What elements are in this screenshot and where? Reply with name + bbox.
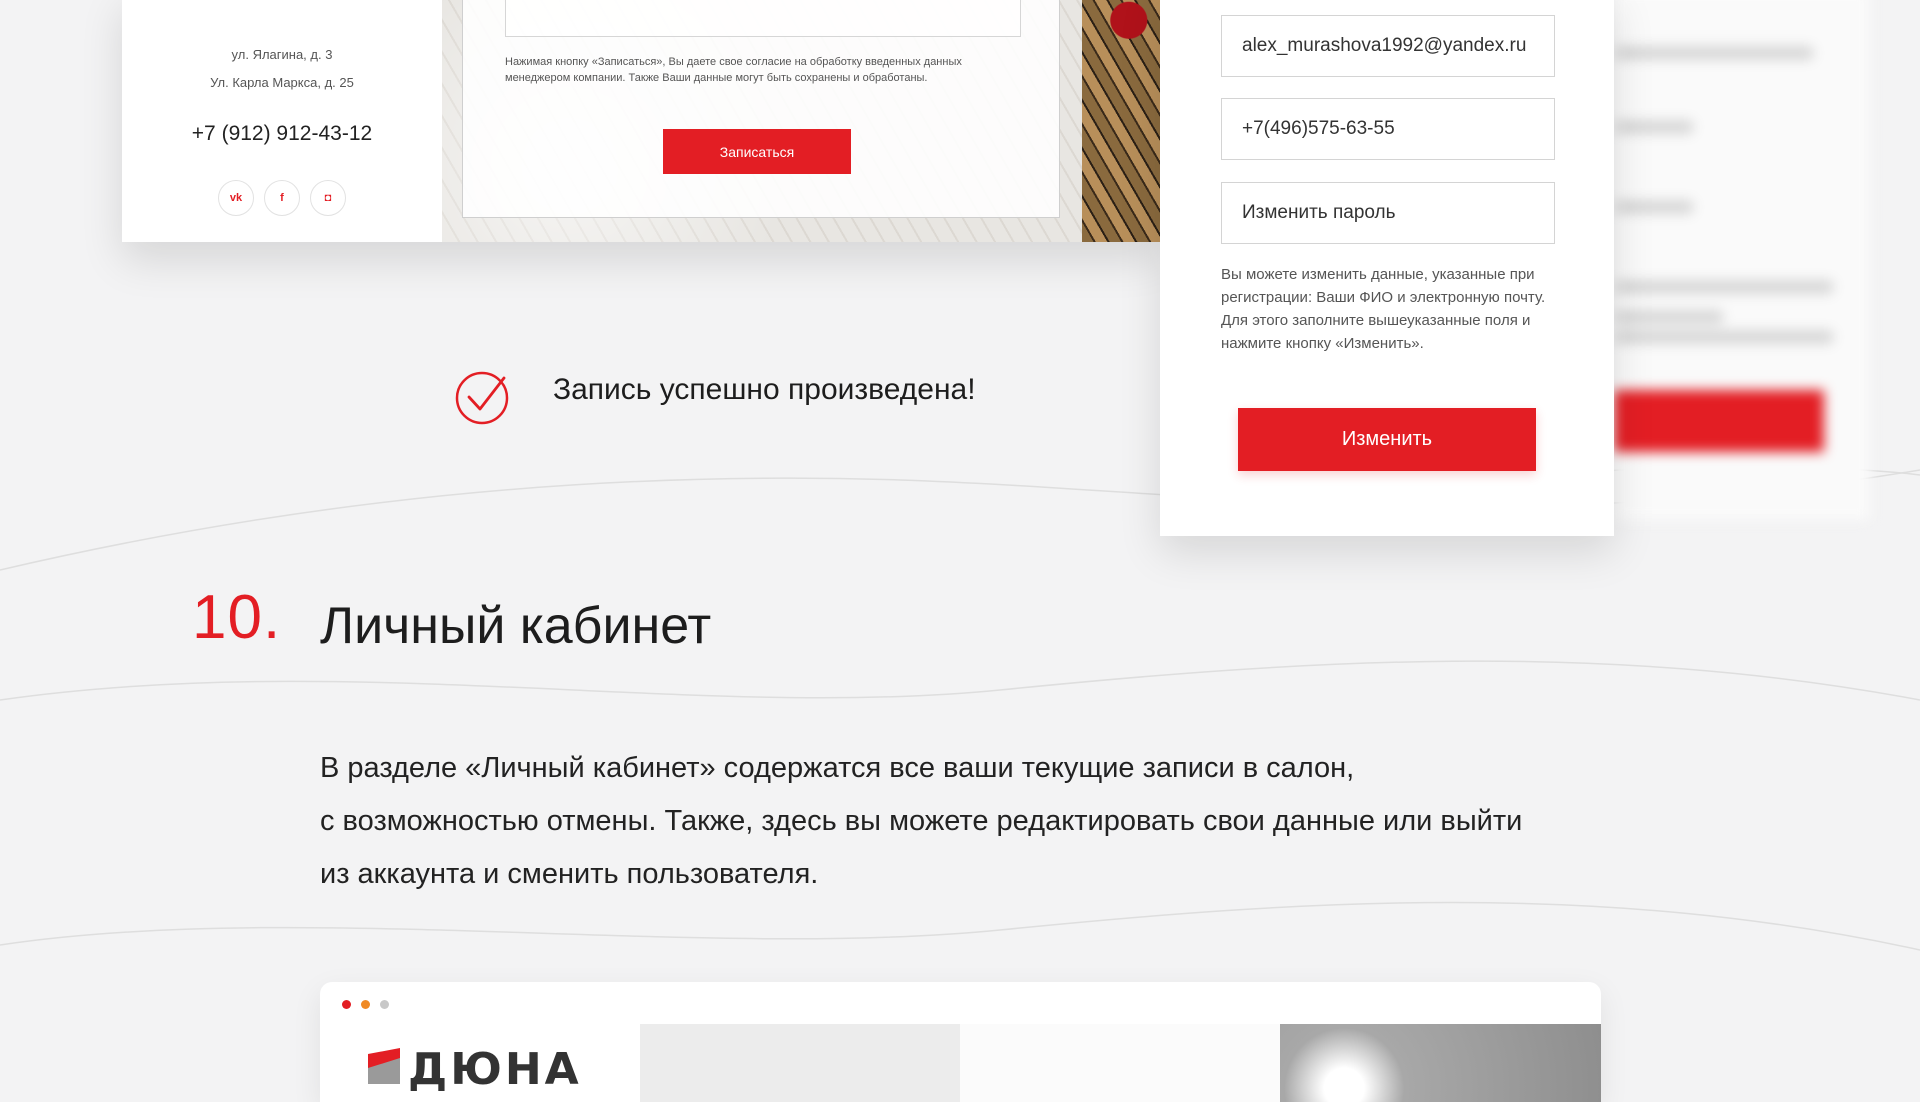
booking-card: ул. Ялагина, д. 3 Ул. Карла Маркса, д. 2…: [122, 0, 1160, 242]
logo-mark-icon: [368, 1048, 400, 1084]
close-dot: [342, 1000, 351, 1009]
browser-content: ДЮНА: [320, 1024, 1601, 1102]
password-field[interactable]: Изменить пароль: [1221, 182, 1555, 244]
maximize-dot: [380, 1000, 389, 1009]
logo-text: ДЮНА: [408, 1044, 582, 1095]
section-description: В разделе «Личный кабинет» содержатся вс…: [320, 742, 1620, 901]
blurred-line: [1614, 46, 1814, 60]
consent-text: Нажимая кнопку «Записаться», Вы даете св…: [505, 56, 962, 84]
instagram-icon[interactable]: ◘: [310, 180, 346, 216]
photo-column: [1280, 1024, 1601, 1102]
description-line: с возможностью отмены. Также, здесь вы м…: [320, 805, 1523, 837]
contacts-column: ул. Ялагина, д. 3 Ул. Карла Маркса, д. 2…: [122, 0, 442, 242]
blurred-line: [1614, 310, 1724, 324]
tile-photo-strip: [1082, 0, 1160, 242]
blurred-line: [1614, 330, 1834, 344]
vk-icon[interactable]: vk: [218, 180, 254, 216]
success-message: Запись успешно произведена!: [553, 373, 976, 406]
section-number: 10.: [192, 583, 282, 652]
description-line: В разделе «Личный кабинет» содержатся вс…: [320, 752, 1355, 784]
window-controls: [342, 1000, 389, 1009]
blurred-line: [1614, 200, 1694, 214]
section-title: Личный кабинет: [320, 597, 712, 655]
social-links: vk f ◘: [122, 180, 442, 216]
logo-column: ДЮНА: [320, 1024, 640, 1102]
booking-form: Нажимая кнопку «Записаться», Вы даете св…: [462, 0, 1060, 218]
blurred-line: [1614, 280, 1834, 294]
hexagon-tile-background: Нажимая кнопку «Записаться», Вы даете св…: [442, 0, 1082, 242]
facebook-icon[interactable]: f: [264, 180, 300, 216]
profile-edit-panel: alex_murashova1992@yandex.ru +7(496)575-…: [1160, 0, 1614, 536]
phone-field[interactable]: +7(496)575-63-55: [1221, 98, 1555, 160]
blurred-button: [1614, 390, 1824, 452]
phone-link[interactable]: +7 (912) 912-43-12: [122, 122, 442, 146]
address-1: ул. Ялагина, д. 3: [231, 47, 333, 62]
content-column: [960, 1024, 1280, 1102]
form-input[interactable]: [505, 0, 1021, 37]
description-line: из аккаунта и сменить пользователя.: [320, 858, 819, 890]
profile-hint: Вы можете изменить данные, указанные при…: [1221, 266, 1546, 352]
content-column: [640, 1024, 960, 1102]
browser-mockup: ДЮНА: [320, 982, 1601, 1102]
minimize-dot: [361, 1000, 370, 1009]
check-circle-icon: [455, 371, 509, 425]
change-button[interactable]: Изменить: [1238, 408, 1536, 471]
signup-button[interactable]: Записаться: [663, 129, 851, 174]
address-2: Ул. Карла Маркса, д. 25: [210, 75, 354, 90]
blurred-panel: [1614, 0, 1870, 520]
blurred-line: [1614, 120, 1694, 134]
email-field[interactable]: alex_murashova1992@yandex.ru: [1221, 15, 1555, 77]
